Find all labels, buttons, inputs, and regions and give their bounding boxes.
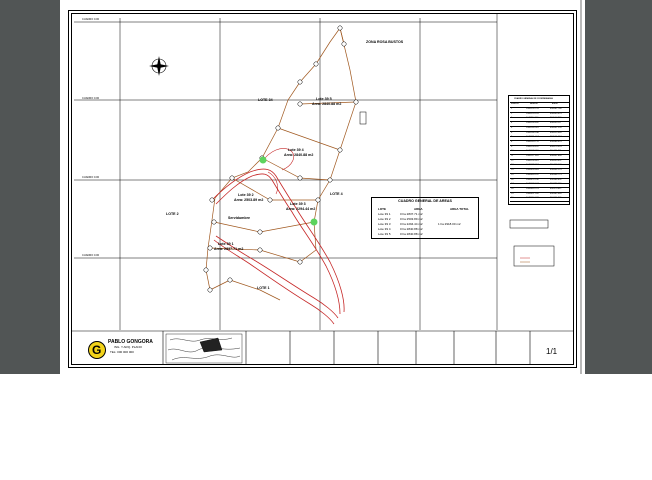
cell: 0 ha 2294.44 m2 [400,222,423,226]
company-subtitle: ING. Y ARQ. PLANO [114,345,142,349]
cell: Lote 39 1 [378,212,391,216]
cell: Lote 39 5 [378,232,391,236]
lot-name: Lote 39 3 [290,202,306,206]
lot-name: Lote 39 2 [238,193,254,197]
page-number: 1/1 [546,347,558,356]
cell-total: 1 ha 2918.00 m2 [438,222,461,226]
neighbor-label: LOTE 1 [257,286,270,290]
company-contact: TEL: 000 000 000 [110,350,134,354]
lot-boundaries [205,27,357,301]
areas-table-title: CUADRO GENERAL DE AREAS [398,199,452,203]
cell: Lote 39 3 [378,222,391,226]
lot-area: Area: 2503.89 m2 [234,198,264,202]
grid-label: CUADRO 0.00 [82,97,100,100]
header-cell: AREA TOTAL [450,207,469,211]
coordinates-table: CUADRO GENERAL DE COORDENADAS PUNTO NORT… [508,95,570,205]
building-outline [359,111,367,125]
marker-green-1 [259,156,267,164]
header-cell: AREA [414,207,423,211]
cell: Lote 39 2 [378,217,391,221]
lot-area: Area: 2837.71 m2 [214,247,244,251]
lot-name: Lote 39 5 [316,97,332,101]
cell: 0 ha 2837.71 m2 [400,212,423,216]
grid-label: CUADRO 0.00 [82,254,100,257]
cell: Lote 39 4 [378,227,391,231]
header-cell: LOTE [378,207,386,211]
lot-area: Area: 2840.88 m2 [284,153,314,157]
neighbor-label: LOTE 4 [330,192,343,196]
marker-green-2 [310,218,318,226]
lot-name: Lote 39 1 [218,242,234,246]
neighbor-label: LOTE 34 [258,98,273,102]
legend-box [509,219,555,267]
cell: 20 [511,197,514,200]
cell: 0 ha 2840.88 m2 [400,232,423,236]
cell: 0 ha 2503.89 m2 [400,217,423,221]
lot-name: Lote 39 4 [288,148,304,152]
cell: 0 ha 2840.88 m2 [400,227,423,231]
neighbor-label: LOTE 2 [166,212,179,216]
location-map [165,333,243,364]
servidumbre-label: Servidumbre [228,216,250,220]
viewer-lower-area [0,374,652,480]
lot-area: Area: 2294.44 m2 [286,207,316,211]
cell: 850355.231 [550,197,562,200]
coordinate-grid [74,14,498,330]
title-block-lines [72,330,574,365]
lot-area: Area: 2840.88 m2 [312,102,342,106]
cell: 1048050.418 [526,197,539,200]
road-label: ZONA ROSA BUSTOS [366,40,404,44]
table-row: 20 1048050.418 850355.231 [510,196,570,203]
grid-label: CUADRO 0.00 [82,176,100,179]
company-logo-letter: G [92,343,102,357]
grid-label: CUADRO 0.00 [82,18,100,21]
survey-points [203,25,359,293]
areas-table: CUADRO GENERAL DE AREAS LOTE AREA AREA T… [371,197,479,239]
north-arrow-icon [149,56,169,76]
